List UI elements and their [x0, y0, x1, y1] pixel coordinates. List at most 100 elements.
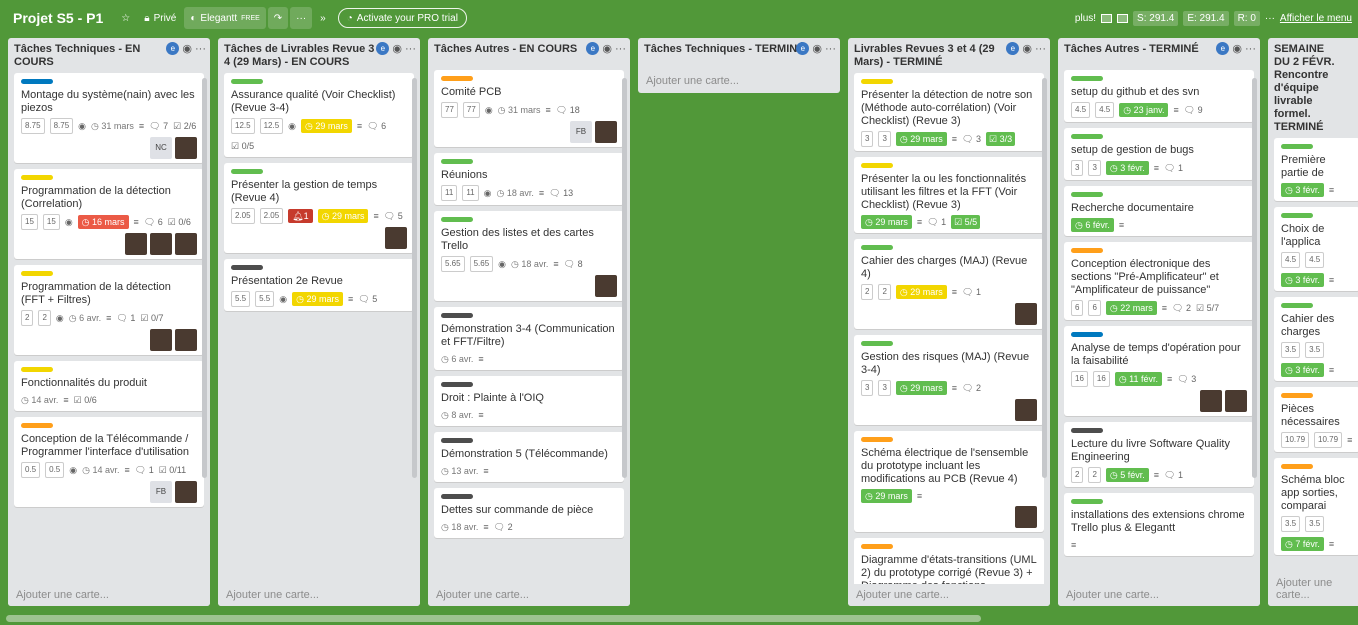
card[interactable]: Schéma électrique de l'sensemble du prot…	[854, 431, 1044, 532]
card[interactable]: Présenter la ou les fonctionnalités util…	[854, 157, 1044, 233]
card[interactable]: Analyse de temps d'opération pour la fai…	[1064, 326, 1254, 416]
card[interactable]: Présenter la gestion de temps (Revue 4) 2…	[224, 163, 414, 253]
list-scrollbar[interactable]	[202, 78, 207, 478]
eye-icon[interactable]: ◉	[1232, 42, 1242, 55]
card[interactable]: Réunions 11 11 ◉ ◷ 18 avr. ≡ 🗨︎ 13	[434, 153, 624, 205]
card[interactable]: Choix de l'applica 4.5 4.5 ◷ 3 févr. ≡	[1274, 207, 1358, 291]
avatar[interactable]: FB	[570, 121, 592, 143]
add-card-link[interactable]: Ajouter une carte...	[218, 584, 420, 606]
avatar[interactable]: NC	[150, 137, 172, 159]
avatar[interactable]	[1200, 390, 1222, 412]
card[interactable]: Cahier des charges 3.5 3.5 ◷ 3 févr. ≡	[1274, 297, 1358, 381]
list-menu-icon[interactable]: ···	[1035, 43, 1046, 55]
horizontal-scrollbar[interactable]	[6, 615, 981, 622]
pro-trial-button[interactable]: ◔ Activate your PRO trial	[337, 8, 467, 28]
list-menu-icon[interactable]: ···	[825, 43, 836, 55]
avatar[interactable]	[125, 233, 147, 255]
list-menu-icon[interactable]: ···	[405, 43, 416, 55]
list-scrollbar[interactable]	[622, 78, 627, 478]
card[interactable]: Assurance qualité (Voir Checklist) (Revu…	[224, 73, 414, 157]
card[interactable]: Gestion des risques (MAJ) (Revue 3-4) 3 3 ◷…	[854, 335, 1044, 425]
card[interactable]: Dettes sur commande de pièce ◷ 18 avr. ≡ 🗨︎…	[434, 488, 624, 538]
list-title[interactable]: Tâches Techniques - EN COURS	[14, 43, 182, 69]
card[interactable]: Gestion des listes et des cartes Trello 5…	[434, 211, 624, 301]
list-menu-icon[interactable]: ···	[615, 43, 626, 55]
eye-icon[interactable]: ◉	[1022, 42, 1032, 55]
share-icon[interactable]: ↷	[267, 7, 289, 29]
expand-icon[interactable]: »	[314, 7, 332, 29]
card[interactable]: Schéma bloc app sorties, comparai 3.5 3.5 ◷…	[1274, 458, 1358, 555]
card[interactable]: installations des extensions chrome Trel…	[1064, 493, 1254, 556]
card[interactable]: Lecture du livre Software Quality Engine…	[1064, 422, 1254, 487]
eye-icon[interactable]: ◉	[392, 42, 402, 55]
add-card-link[interactable]: Ajouter une carte...	[428, 584, 630, 606]
card[interactable]: Démonstration 3-4 (Communication et FFT/…	[434, 307, 624, 370]
add-card-link[interactable]: Ajouter une carte...	[848, 584, 1050, 606]
avatar[interactable]	[175, 329, 197, 351]
add-card-link[interactable]: Ajouter une carte...	[1058, 584, 1260, 606]
card[interactable]: Conception de la Télécommande / Programm…	[14, 417, 204, 507]
list-title[interactable]: SEMAINE DU 2 FÉVR. Rencontre d'équipe li…	[1274, 43, 1338, 134]
card[interactable]: Présenter la détection de notre son (Mét…	[854, 73, 1044, 151]
elegantt-list-icon[interactable]: e	[1216, 42, 1230, 55]
avatar[interactable]: FB	[150, 481, 172, 503]
elegantt-list-icon[interactable]: e	[1006, 42, 1020, 55]
eye-icon[interactable]: ◉	[182, 42, 192, 55]
avatar[interactable]	[595, 275, 617, 297]
add-card-link[interactable]: Ajouter une carte...	[638, 70, 840, 93]
board-title[interactable]: Projet S5 - P1	[13, 10, 103, 26]
list-title[interactable]: Livrables Revues 3 et 4 (29 Mars) - TERM…	[854, 43, 1022, 69]
list-menu-icon[interactable]: ···	[195, 43, 206, 55]
list-scrollbar[interactable]	[1042, 78, 1047, 478]
more-icon[interactable]: ···	[290, 7, 313, 29]
list-scrollbar[interactable]	[412, 78, 417, 478]
card[interactable]: Première partie de ◷ 3 févr. ≡	[1274, 138, 1358, 201]
list-menu-icon[interactable]: ···	[1245, 43, 1256, 55]
card[interactable]: Recherche documentaire ◷ 6 févr. ≡	[1064, 186, 1254, 236]
avatar[interactable]	[1015, 399, 1037, 421]
card[interactable]: Fonctionnalités du produit ◷ 14 avr. ≡ ☑ 0/…	[14, 361, 204, 411]
avatar[interactable]	[175, 233, 197, 255]
chart-icon[interactable]	[1117, 13, 1129, 23]
report-icon[interactable]	[1101, 13, 1113, 23]
elegantt-list-icon[interactable]: e	[586, 42, 600, 55]
avatar[interactable]	[1015, 303, 1037, 325]
card[interactable]: Cahier des charges (MAJ) (Revue 4) 2 2 ◷ 29…	[854, 239, 1044, 329]
elegantt-button[interactable]: ◐ Elegantt FREE	[184, 7, 266, 29]
eye-icon[interactable]: ◉	[602, 42, 612, 55]
avatar[interactable]	[385, 227, 407, 249]
avatar[interactable]	[595, 121, 617, 143]
card[interactable]: Démonstration 5 (Télécommande) ◷ 13 avr. ≡	[434, 432, 624, 482]
privacy-button[interactable]: 🔒︎ Privé	[138, 7, 182, 29]
card[interactable]: Conception électronique des sections "Pr…	[1064, 242, 1254, 320]
star-icon[interactable]: ☆	[115, 7, 136, 29]
show-menu-link[interactable]: Afficher le menu	[1280, 13, 1352, 24]
card[interactable]: setup du github et des svn 4.5 4.5 ◷ 23 jan…	[1064, 70, 1254, 122]
card[interactable]: Comité PCB 77 77 ◉ ◷ 31 mars ≡ 🗨︎ 18 FB	[434, 70, 624, 147]
list-title[interactable]: Tâches Autres - TERMINÉ	[1064, 43, 1232, 56]
eye-icon[interactable]: ◉	[812, 42, 822, 55]
avatar[interactable]	[1015, 506, 1037, 528]
card[interactable]: Programmation de la détection (Correlati…	[14, 169, 204, 259]
elegantt-list-icon[interactable]: e	[796, 42, 810, 55]
list-title[interactable]: Tâches Autres - EN COURS	[434, 43, 602, 56]
card[interactable]: Montage du système(nain) avec les piezos…	[14, 73, 204, 163]
card[interactable]: Programmation de la détection (FFT + Fil…	[14, 265, 204, 355]
avatar[interactable]	[150, 329, 172, 351]
card[interactable]: Pièces nécessaires 10.79 10.79 ≡	[1274, 387, 1358, 452]
avatar[interactable]	[1225, 390, 1247, 412]
list-title[interactable]: Tâches Techniques - TERMINÉ	[644, 43, 812, 56]
list-title[interactable]: Tâches de Livrables Revue 3 et 4 (29 Mar…	[224, 43, 392, 69]
avatar[interactable]	[150, 233, 172, 255]
card[interactable]: Droit : Plainte à l'OIQ ◷ 8 avr. ≡	[434, 376, 624, 426]
card[interactable]: setup de gestion de bugs 3 3 ◷ 3 févr. ≡ 🗨︎ 1	[1064, 128, 1254, 180]
elegantt-list-icon[interactable]: e	[376, 42, 390, 55]
list-scrollbar[interactable]	[1252, 78, 1257, 478]
avatar[interactable]	[175, 481, 197, 503]
avatar[interactable]	[175, 137, 197, 159]
elegantt-list-icon[interactable]: e	[166, 42, 180, 55]
add-card-link[interactable]: Ajouter une carte...	[1268, 572, 1358, 606]
card[interactable]: Présentation 2e Revue 5.5 5.5 ◉ ◷ 29 mars ≡ 🗨︎…	[224, 259, 414, 311]
menu-dots-icon[interactable]: ···	[1265, 13, 1275, 24]
add-card-link[interactable]: Ajouter une carte...	[8, 584, 210, 606]
